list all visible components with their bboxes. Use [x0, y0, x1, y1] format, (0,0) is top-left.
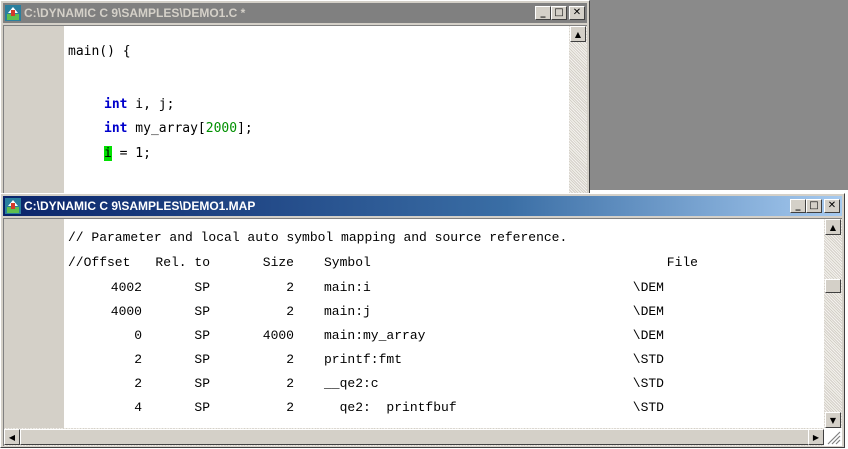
header-symbol: Symbol — [324, 255, 371, 270]
cell-offset: 4 — [134, 400, 142, 415]
cell-symbol: qe2: printfbuf — [324, 400, 457, 415]
cell-offset: 4002 — [110, 280, 142, 295]
cell-file: \DEM — [632, 304, 664, 319]
cell-symbol: __qe2:c — [324, 376, 379, 391]
minimize-icon[interactable]: _ — [535, 6, 551, 20]
code-line-4: i = 1; — [104, 146, 151, 161]
map-gutter — [4, 219, 64, 428]
editor-title: C:\DYNAMIC C 9\SAMPLES\DEMO1.C * — [24, 6, 246, 20]
close-icon[interactable]: ✕ — [824, 199, 840, 213]
map-table-row: 2 SP 2 printf:fmt \STD — [68, 349, 664, 370]
editor-vertical-scrollbar[interactable]: ▲ — [569, 26, 587, 193]
dynamic-c-icon — [5, 5, 21, 21]
cell-rel: SP — [194, 400, 210, 415]
maximize-icon[interactable]: □ — [551, 6, 567, 20]
map-title: C:\DYNAMIC C 9\SAMPLES\DEMO1.MAP — [24, 199, 256, 213]
cell-symbol: main:i — [324, 280, 371, 295]
cell-file: \DEM — [632, 328, 664, 343]
scroll-up-icon[interactable]: ▲ — [570, 26, 586, 42]
cell-rel: SP — [194, 352, 210, 367]
map-table-row: 4000 SP 2 main:j \DEM — [68, 301, 664, 322]
scroll-down-icon[interactable]: ▼ — [825, 412, 841, 428]
cell-symbol: main:j — [324, 304, 371, 319]
map-window[interactable]: C:\DYNAMIC C 9\SAMPLES\DEMO1.MAP _ □ ✕ /… — [0, 193, 845, 448]
header-size: Size — [262, 255, 294, 270]
map-header-row: //Offset Rel. to Size Symbol File — [68, 252, 698, 273]
header-offset: //Offset — [68, 255, 131, 270]
header-file: File — [666, 255, 698, 270]
cell-size: 2 — [286, 304, 294, 319]
horizontal-scroll-thumb[interactable] — [20, 429, 820, 445]
editor-window[interactable]: C:\DYNAMIC C 9\SAMPLES\DEMO1.C * _ □ ✕ m… — [0, 0, 590, 195]
scroll-up-icon[interactable]: ▲ — [825, 219, 841, 235]
map-vertical-scrollbar[interactable]: ▲ ▼ — [824, 219, 842, 428]
cell-size: 4000 — [262, 328, 294, 343]
map-title-bar[interactable]: C:\DYNAMIC C 9\SAMPLES\DEMO1.MAP _ □ ✕ — [3, 196, 842, 216]
close-icon[interactable]: ✕ — [569, 6, 585, 20]
minimize-icon[interactable]: _ — [790, 199, 806, 213]
maximize-icon[interactable]: □ — [806, 199, 822, 213]
resize-grip-icon[interactable] — [825, 429, 841, 445]
code-line-1: main() { — [68, 44, 131, 59]
dynamic-c-icon — [5, 198, 21, 214]
scroll-left-icon[interactable]: ◀ — [4, 429, 20, 445]
cell-symbol: printf:fmt — [324, 352, 403, 367]
cell-offset: 0 — [134, 328, 142, 343]
cell-size: 2 — [286, 376, 294, 391]
cell-offset: 2 — [134, 352, 142, 367]
cell-offset: 2 — [134, 376, 142, 391]
cell-rel: SP — [194, 328, 210, 343]
mdi-background — [590, 0, 848, 190]
map-table-row: 4 SP 2 qe2: printfbuf \STD — [68, 397, 664, 418]
cell-file: \DEM — [632, 280, 664, 295]
map-table-row: 4002 SP 2 main:i \DEM — [68, 277, 664, 298]
map-table-row: 2 SP 2 __qe2:c \STD — [68, 373, 664, 394]
cell-symbol: main:my_array — [324, 328, 426, 343]
map-comment-line: // Parameter and local auto symbol mappi… — [68, 230, 568, 245]
header-rel: Rel. to — [155, 255, 210, 270]
map-table-row: 0 SP 4000 main:my_array \DEM — [68, 325, 664, 346]
editor-gutter — [4, 26, 64, 193]
vertical-scroll-thumb[interactable] — [825, 279, 841, 293]
cell-size: 2 — [286, 352, 294, 367]
editor-title-bar[interactable]: C:\DYNAMIC C 9\SAMPLES\DEMO1.C * _ □ ✕ — [3, 3, 587, 23]
code-line-3: int my_array[2000]; — [104, 121, 253, 136]
editor-client[interactable]: main() { int i, j; int my_array[2000]; i… — [3, 25, 587, 193]
cell-file: \STD — [632, 400, 664, 415]
cell-file: \STD — [632, 352, 664, 367]
map-client[interactable]: // Parameter and local auto symbol mappi… — [3, 218, 842, 446]
cell-rel: SP — [194, 280, 210, 295]
cell-size: 2 — [286, 280, 294, 295]
cell-offset: 4000 — [110, 304, 142, 319]
cell-size: 2 — [286, 400, 294, 415]
cell-file: \STD — [632, 376, 664, 391]
scroll-right-icon[interactable]: ▶ — [808, 429, 824, 445]
cell-rel: SP — [194, 304, 210, 319]
cell-rel: SP — [194, 376, 210, 391]
text-cursor: i — [104, 146, 112, 161]
code-line-2: int i, j; — [104, 97, 175, 112]
map-horizontal-scrollbar[interactable]: ◀ ▶ — [4, 428, 824, 446]
